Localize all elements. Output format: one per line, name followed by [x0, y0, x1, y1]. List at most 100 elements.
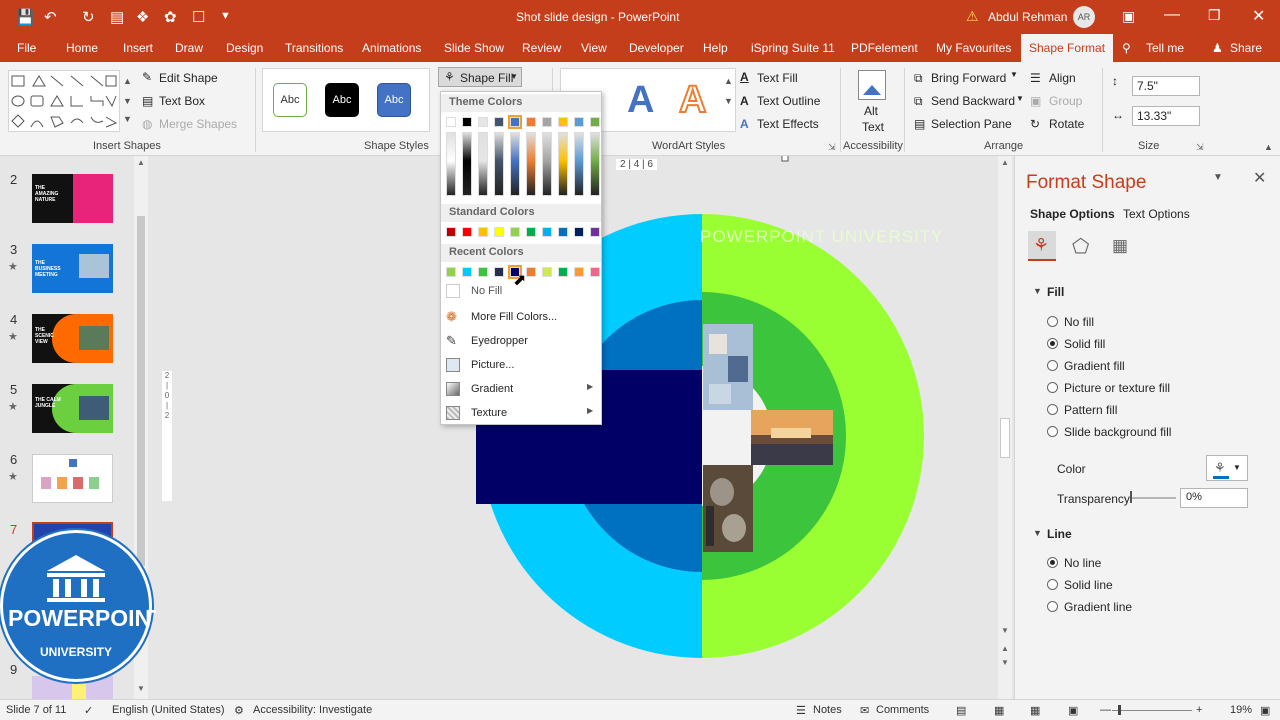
shapes-icons[interactable] — [9, 71, 119, 131]
tab-transitions[interactable]: Transitions — [285, 41, 343, 55]
shape-style-2[interactable]: Abc — [325, 83, 359, 117]
undo-icon[interactable]: ↶ — [44, 8, 57, 26]
shape-style-1[interactable]: Abc — [273, 83, 307, 117]
shape-icon[interactable]: ❖ — [136, 8, 149, 26]
alt-text-button[interactable]: Alt — [864, 104, 878, 118]
tell-me-search[interactable]: Tell me — [1146, 41, 1184, 55]
recent-color-swatch[interactable] — [558, 267, 568, 277]
scroll-thumb[interactable] — [1000, 418, 1010, 458]
zoom-in-icon[interactable]: + — [1196, 704, 1202, 716]
line-section-header[interactable]: Line — [1047, 527, 1072, 541]
theme-color-swatch[interactable] — [542, 117, 552, 127]
alt-text-icon[interactable] — [858, 70, 886, 100]
accessibility-status[interactable]: Accessibility: Investigate — [253, 704, 372, 716]
warning-icon[interactable]: ⚠ — [966, 8, 979, 25]
paint-icon[interactable]: ✿ — [164, 8, 177, 26]
close-icon[interactable]: ✕ — [1252, 6, 1265, 26]
theme-shade-column[interactable] — [462, 132, 472, 196]
radio-gradient-line[interactable] — [1047, 601, 1058, 612]
no-fill-item[interactable]: No Fill — [471, 285, 502, 297]
width-input[interactable]: 13.33" — [1132, 106, 1200, 126]
tab-insert[interactable]: Insert — [123, 41, 153, 55]
recent-color-swatch[interactable] — [446, 267, 456, 277]
slide-thumbnail-4[interactable]: THE SCENIC VIEW — [32, 314, 113, 363]
scroll-down-icon[interactable]: ▼ — [137, 684, 145, 693]
zoom-level[interactable]: 19% — [1230, 704, 1252, 716]
group-button[interactable]: Group — [1049, 94, 1082, 108]
radio-solid-fill[interactable] — [1047, 338, 1058, 349]
tab-text-options[interactable]: Text Options — [1123, 207, 1190, 221]
standard-color-swatch[interactable] — [574, 227, 584, 237]
standard-color-swatch[interactable] — [558, 227, 568, 237]
recent-color-swatch[interactable] — [542, 267, 552, 277]
slide-sorter-icon[interactable]: ▦ — [994, 704, 1004, 717]
normal-view-icon[interactable]: ▤ — [956, 704, 966, 717]
recent-color-swatch[interactable] — [462, 267, 472, 277]
gallery-scroll-down-icon[interactable]: ▼ — [123, 96, 132, 106]
standard-color-swatch[interactable] — [494, 227, 504, 237]
slide-thumbnail-2[interactable]: THE AMAZING NATURE — [32, 174, 113, 223]
tab-shape-format[interactable]: Shape Format — [1021, 34, 1114, 62]
theme-shade-column[interactable] — [558, 132, 568, 196]
scroll-down-icon[interactable]: ▼ — [1001, 626, 1009, 635]
slideshow-icon[interactable]: ▣ — [1068, 704, 1078, 717]
more-fill-colors-item[interactable]: More Fill Colors... — [471, 311, 557, 323]
dialog-launcher-icon[interactable]: ⇲ — [828, 142, 836, 153]
gradient-fill-label[interactable]: Gradient fill — [1064, 359, 1125, 373]
theme-color-swatch[interactable] — [558, 117, 568, 127]
pattern-fill-label[interactable]: Pattern fill — [1064, 403, 1117, 417]
radio-pattern-fill[interactable] — [1047, 404, 1058, 415]
slide-thumbnail-6[interactable] — [32, 454, 113, 503]
selection-pane-button[interactable]: Selection Pane — [931, 117, 1012, 131]
avatar[interactable]: AR — [1073, 6, 1095, 28]
standard-color-swatch[interactable] — [446, 227, 456, 237]
radio-no-line[interactable] — [1047, 557, 1058, 568]
transparency-slider-thumb[interactable] — [1130, 491, 1132, 503]
theme-shade-column[interactable] — [494, 132, 504, 196]
standard-color-swatch[interactable] — [462, 227, 472, 237]
tab-slide-show[interactable]: Slide Show — [444, 41, 504, 55]
alt-text-button-line2[interactable]: Text — [862, 120, 884, 134]
reading-view-icon[interactable]: ▦ — [1030, 704, 1040, 717]
recent-color-swatch[interactable] — [494, 267, 504, 277]
preview-icon[interactable]: ☐ — [192, 8, 205, 26]
recent-color-swatch[interactable] — [526, 267, 536, 277]
theme-color-swatch[interactable] — [462, 117, 472, 127]
photo-meeting[interactable] — [703, 324, 753, 410]
gallery-scroll-up-icon[interactable]: ▲ — [123, 76, 132, 86]
next-slide-icon[interactable]: ▼ — [1001, 658, 1009, 667]
photo-sunset[interactable] — [751, 410, 833, 465]
wordart-style-orange[interactable]: A — [678, 78, 707, 122]
restore-icon[interactable]: ❐ — [1208, 7, 1221, 24]
redo-icon[interactable]: ↻ — [82, 8, 95, 26]
edit-shape-button[interactable]: Edit Shape — [159, 71, 218, 85]
text-outline-button[interactable]: Text Outline — [757, 94, 820, 108]
radio-solid-line[interactable] — [1047, 579, 1058, 590]
tab-review[interactable]: Review — [522, 41, 561, 55]
slide-thumbnail-5[interactable]: THE CALM JUNGLE — [32, 384, 113, 433]
notes-button[interactable]: Notes — [813, 704, 842, 716]
send-backward-button[interactable]: Send Backward — [931, 94, 1015, 108]
scroll-up-icon[interactable]: ▲ — [137, 158, 145, 167]
fit-slide-icon[interactable]: ▣ — [1260, 704, 1270, 717]
transparency-input[interactable]: 0% — [1180, 488, 1248, 508]
slide-background-fill-label[interactable]: Slide background fill — [1064, 425, 1171, 439]
slide-title-text[interactable]: POWERPOINT UNIVERSITY — [700, 227, 944, 247]
wordart-scroll-down-icon[interactable]: ▼ — [724, 96, 733, 106]
radio-gradient-fill[interactable] — [1047, 360, 1058, 371]
language[interactable]: English (United States) — [112, 704, 225, 716]
standard-color-swatch[interactable] — [478, 227, 488, 237]
photo-lemurs[interactable] — [703, 465, 753, 552]
tab-ispring[interactable]: iSpring Suite 11 — [751, 41, 835, 55]
text-box-button[interactable]: Text Box — [159, 94, 205, 108]
customize-qat-icon[interactable]: ▼ — [220, 10, 231, 22]
tab-shape-options[interactable]: Shape Options — [1030, 207, 1115, 221]
recent-color-swatch[interactable] — [478, 267, 488, 277]
theme-color-swatch[interactable] — [508, 115, 522, 129]
no-fill-label[interactable]: No fill — [1064, 315, 1094, 329]
radio-slide-background-fill[interactable] — [1047, 426, 1058, 437]
tab-design[interactable]: Design — [226, 41, 263, 55]
text-fill-button[interactable]: Text Fill — [757, 71, 798, 85]
standard-color-swatch[interactable] — [542, 227, 552, 237]
theme-shade-column[interactable] — [542, 132, 552, 196]
